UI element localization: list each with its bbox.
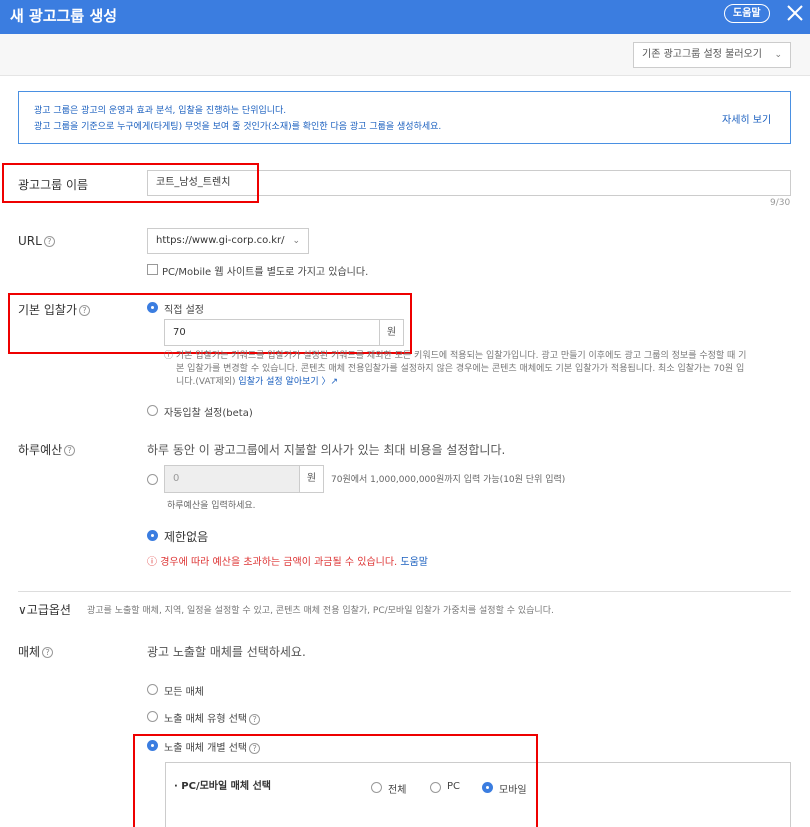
budget-unit: 원 <box>300 465 324 493</box>
close-icon[interactable] <box>784 2 806 24</box>
media-type-radio[interactable] <box>147 711 158 722</box>
question-icon[interactable]: ? <box>249 713 261 725</box>
budget-description: 하루 동안 이 광고그룹에서 지불할 의사가 있는 최대 비용을 설정합니다. <box>147 443 506 457</box>
bid-note: ⓘ 기본 입찰가는 키워드를 입찰가가 설정된 키워드를 제외한 모든 키워드에… <box>164 350 790 389</box>
help-button[interactable]: 도움말 <box>724 4 770 23</box>
separate-site-checkbox[interactable] <box>147 264 158 275</box>
external-link-icon: 〉↗ <box>318 377 339 387</box>
bid-note-line-1: ⓘ 기본 입찰가는 키워드를 입찰가가 설정된 키워드를 제외한 모든 키워드에… <box>164 351 747 361</box>
advanced-options-toggle[interactable]: ∨고급옵션 <box>18 601 71 618</box>
toolbar: 기존 광고그룹 설정 불러오기 ⌄ <box>0 34 810 76</box>
bid-note-line-3: 니다.(VAT제외) 입찰가 설정 알아보기 〉↗ <box>176 377 339 387</box>
url-label-text: URL <box>18 234 42 248</box>
highlight-box-media <box>133 734 538 827</box>
question-icon[interactable]: ? <box>64 445 76 456</box>
media-type-label: 노출 매체 유형 선택? <box>164 710 261 725</box>
budget-range-text: 70원에서 1,000,000,000원까지 입력 가능(10원 단위 입력) <box>331 475 566 485</box>
chevron-down-icon: ∨ <box>18 603 27 617</box>
url-select-value: https://www.gi-corp.co.kr/ <box>156 235 285 246</box>
highlight-box-name <box>2 163 259 203</box>
highlight-box-bid <box>8 293 412 354</box>
learn-more-link[interactable]: 자세히 보기 <box>722 111 771 126</box>
bid-auto-label: 자동입찰 설정(beta) <box>164 408 253 419</box>
budget-label: 하루예산? <box>18 441 76 458</box>
budget-help-link[interactable]: 도움말 <box>400 557 428 568</box>
group-name-counter: 9/30 <box>770 198 791 208</box>
bid-auto-radio[interactable] <box>147 405 158 416</box>
media-label: 매체? <box>18 643 54 660</box>
url-select[interactable]: https://www.gi-corp.co.kr/ ⌄ <box>147 228 309 254</box>
dialog-header: 새 광고그룹 생성 도움말 <box>0 0 810 34</box>
media-description: 광고 노출할 매체를 선택하세요. <box>147 645 306 659</box>
question-icon[interactable]: ? <box>43 236 55 247</box>
budget-amount-input[interactable]: 0 <box>164 465 300 493</box>
bid-guide-link[interactable]: 입찰가 설정 알아보기 <box>238 377 318 387</box>
info-line-1: 광고 그룹은 광고의 운영과 효과 분석, 입찰을 진행하는 단위입니다. <box>34 106 287 116</box>
info-box: 광고 그룹은 광고의 운영과 효과 분석, 입찰을 진행하는 단위입니다. 광고… <box>18 91 791 144</box>
question-icon[interactable]: ? <box>42 647 54 658</box>
info-line-2: 광고 그룹을 기준으로 누구에게(타게팅) 무엇을 보여 줄 것인가(소재)를 … <box>34 122 442 132</box>
load-select-label: 기존 광고그룹 설정 불러오기 <box>642 49 762 60</box>
budget-unlimited-radio[interactable] <box>147 530 158 541</box>
budget-label-text: 하루예산 <box>18 443 63 457</box>
url-label: URL? <box>18 234 55 248</box>
media-all-label: 모든 매체 <box>164 687 204 698</box>
media-all-radio[interactable] <box>147 684 158 695</box>
chevron-down-icon: ⌄ <box>774 50 782 60</box>
warning-icon: ⓘ <box>147 557 157 568</box>
load-existing-settings-select[interactable]: 기존 광고그룹 설정 불러오기 ⌄ <box>633 42 791 68</box>
budget-custom-radio[interactable] <box>147 474 158 485</box>
bid-note-line-2: 본 입찰가를 변경할 수 있습니다. 콘텐츠 매체 전용입찰가를 설정하지 않은… <box>176 364 745 374</box>
separate-site-label: PC/Mobile 웹 사이트를 별도로 가지고 있습니다. <box>162 267 369 278</box>
budget-hint: 하루예산을 입력하세요. <box>167 501 256 511</box>
section-divider <box>18 591 791 592</box>
dialog-title: 새 광고그룹 생성 <box>10 7 118 25</box>
budget-warning: ⓘ 경우에 따라 예산을 초과하는 금액이 과금될 수 있습니다. 도움말 <box>147 557 429 568</box>
chevron-down-icon: ⌄ <box>292 236 300 246</box>
advanced-options-description: 광고를 노출할 매체, 지역, 일정을 설정할 수 있고, 콘텐츠 매체 전용 … <box>87 606 554 616</box>
media-label-text: 매체 <box>18 645 41 659</box>
budget-unlimited-label: 제한없음 <box>164 530 209 544</box>
